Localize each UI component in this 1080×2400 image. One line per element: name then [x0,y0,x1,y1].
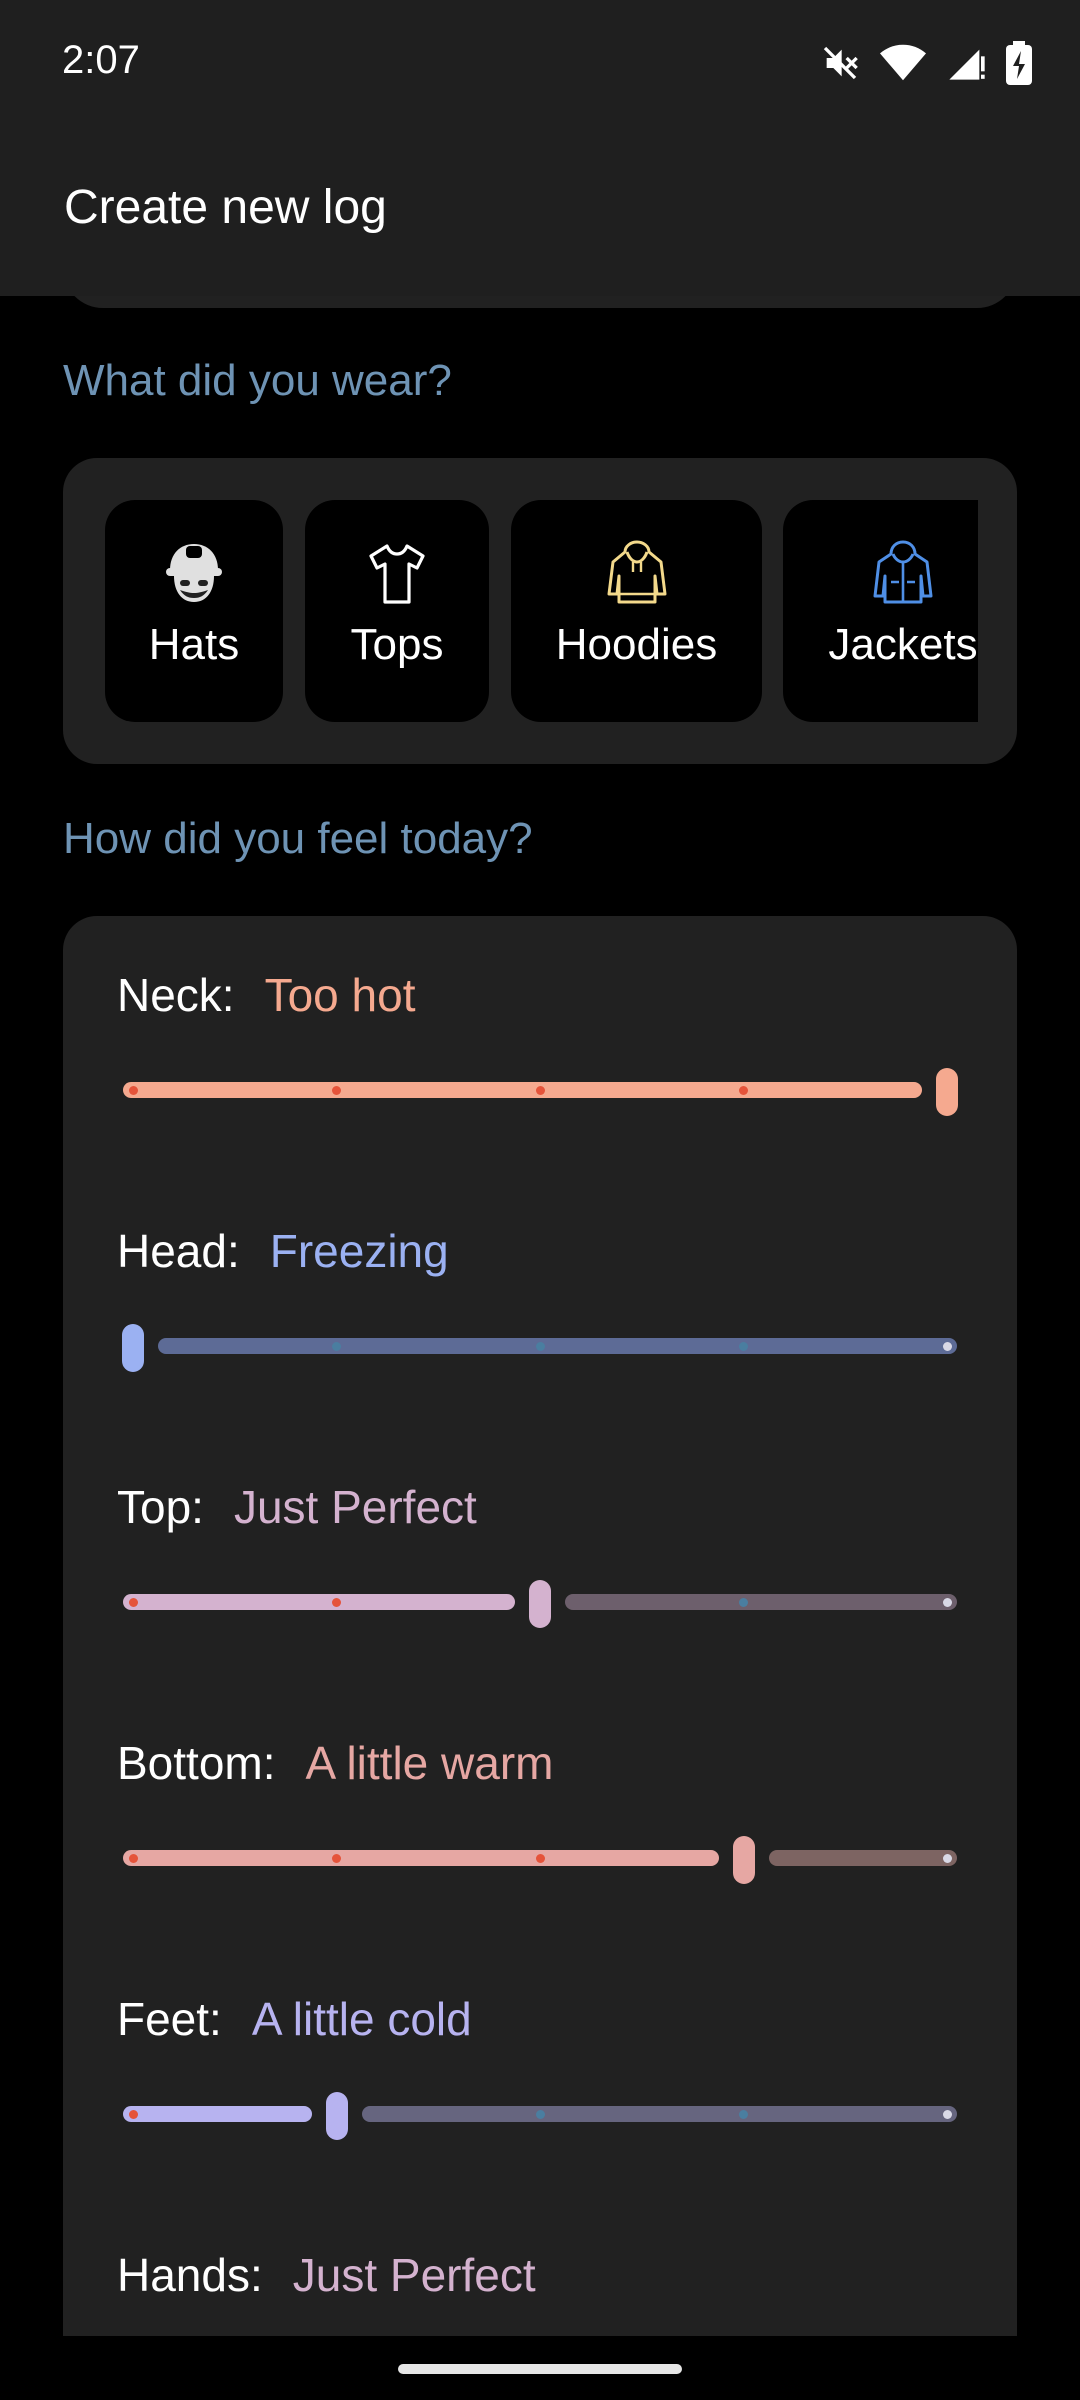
feeling-label: Head: Freezing [117,1224,449,1278]
status-icons [820,40,1032,86]
slider-step-tick [942,1342,952,1351]
slider-step-tick [739,1086,748,1095]
slider-step-tick [332,1086,341,1095]
body-part-label: Bottom: [117,1737,276,1789]
feeling-label: Top: Just Perfect [117,1480,477,1534]
feeling-row-top: Top: Just Perfect [63,1480,1017,1736]
chip-label: Hoodies [555,620,718,669]
slider-thumb[interactable] [529,1580,551,1628]
feeling-value: A little cold [251,1993,472,2045]
slider-thumb[interactable] [732,1836,755,1884]
jacket-icon [783,540,978,606]
feelings-card: Neck: Too hot Head: Freezing Top: Just Perf… [63,916,1017,2336]
slider-step-tick [739,1598,748,1607]
slider-step-tick [128,1854,138,1863]
slider-thumb[interactable] [122,1324,144,1372]
body-part-label: Top: [117,1481,204,1533]
head-slider[interactable] [122,1324,957,1372]
mute-icon [820,43,860,83]
chip-jackets[interactable]: Jackets [783,500,978,722]
slider-step-tick [535,2110,545,2119]
clothing-chip-row[interactable]: Hats Tops Hoodies Jackets [105,500,978,722]
neck-slider[interactable] [123,1068,958,1116]
feeling-value: Freezing [269,1225,449,1277]
feeling-row-feet: Feet: A little cold [63,1992,1017,2248]
feeling-label: Feet: A little cold [117,1992,472,2046]
home-indicator[interactable] [398,2364,682,2374]
chip-tops[interactable]: Tops [305,500,489,722]
feet-slider[interactable] [123,2092,957,2140]
slider-inactive-track [768,1850,957,1866]
feeling-label: Bottom: A little warm [117,1736,553,1790]
tshirt-icon [305,540,489,606]
slider-step-tick [332,1342,341,1351]
slider-step-tick [535,1342,545,1351]
feeling-label: Hands: Just Perfect [117,2248,536,2302]
body-part-label: Head: [117,1225,240,1277]
feeling-row-bottom: Bottom: A little warm [63,1736,1017,1992]
body-part-label: Feet: [117,1993,222,2045]
slider-thumb[interactable] [936,1068,958,1116]
chip-label: Hats [148,620,240,669]
slider-step-tick [128,1598,138,1607]
page-title: Create new log [64,181,387,234]
slider-thumb[interactable] [325,2092,348,2140]
chip-hats[interactable]: Hats [105,500,283,722]
status-time: 2:07 [62,38,140,82]
chip-hoodies[interactable]: Hoodies [511,500,762,722]
slider-step-tick [332,1854,341,1863]
body-part-label: Hands: [117,2249,263,2301]
slider-step-tick [739,1342,748,1351]
slider-inactive-track [361,2106,957,2122]
feeling-row-neck: Neck: Too hot [63,968,1017,1224]
feeling-row-head: Head: Freezing [63,1224,1017,1480]
slider-active-track [123,1082,922,1098]
feeling-label: Neck: Too hot [117,968,416,1022]
feeling-value: Too hot [264,969,416,1021]
wifi-icon [880,43,926,83]
helmet-icon [105,540,283,606]
battery-charging-icon [1006,41,1032,85]
clothing-card: Hats Tops Hoodies Jackets [63,458,1017,764]
top-slider[interactable] [123,1580,957,1628]
feeling-value: A little warm [305,1737,554,1789]
slider-active-track [123,1594,515,1610]
chip-label: Tops [350,620,444,669]
slider-step-tick [128,2110,138,2119]
slider-inactive-track [158,1338,957,1354]
feeling-value: Just Perfect [292,2249,536,2301]
slider-step-tick [535,1086,545,1095]
slider-inactive-track [565,1594,957,1610]
body-part-label: Neck: [117,969,235,1021]
signal-icon [946,43,986,83]
clothing-section-heading: What did you wear? [63,356,452,405]
slider-step-tick [739,2110,748,2119]
slider-step-tick [535,1854,545,1863]
slider-step-tick [128,1086,138,1095]
slider-step-tick [942,2110,952,2119]
slider-active-track [123,2106,312,2122]
slider-step-tick [332,1598,341,1607]
app-bar: 2:07 Create new log [0,0,1080,296]
bottom-slider[interactable] [123,1836,957,1884]
feeling-row-hands: Hands: Just Perfect [63,2248,1017,2400]
slider-active-track [123,1850,719,1866]
slider-step-tick [942,1598,952,1607]
slider-step-tick [942,1854,952,1863]
feelings-section-heading: How did you feel today? [63,814,533,863]
feeling-value: Just Perfect [233,1481,477,1533]
screen: 2:07 Create new log What did you wear? H… [0,0,1080,2400]
chip-label: Jackets [828,620,978,669]
hoodie-icon [511,540,762,606]
